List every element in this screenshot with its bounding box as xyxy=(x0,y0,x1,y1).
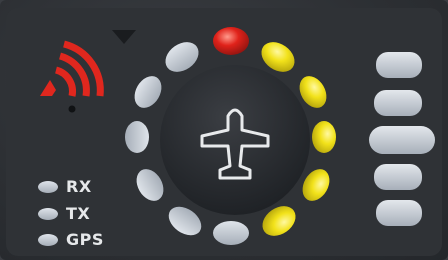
side-button-4[interactable] xyxy=(374,164,422,190)
ring-led-off-3 xyxy=(125,121,149,153)
ring-led-off-bottom xyxy=(213,221,249,245)
side-button-3[interactable] xyxy=(369,126,435,154)
side-button-1[interactable] xyxy=(376,52,422,78)
gps-indicator-led xyxy=(38,234,58,246)
rx-label: RX xyxy=(66,177,92,196)
rx-indicator-led xyxy=(38,181,58,193)
device-panel: RX TX GPS xyxy=(0,0,448,260)
center-dial xyxy=(160,65,310,215)
side-button-5[interactable] xyxy=(376,200,422,226)
tx-label: TX xyxy=(66,204,91,223)
ring-led-yellow-3 xyxy=(312,121,336,153)
pinhole-indicator xyxy=(68,105,76,113)
side-button-2[interactable] xyxy=(374,90,422,116)
tx-indicator-led xyxy=(38,208,58,220)
gps-label: GPS xyxy=(66,230,104,249)
ring-led-top-red xyxy=(213,27,249,55)
